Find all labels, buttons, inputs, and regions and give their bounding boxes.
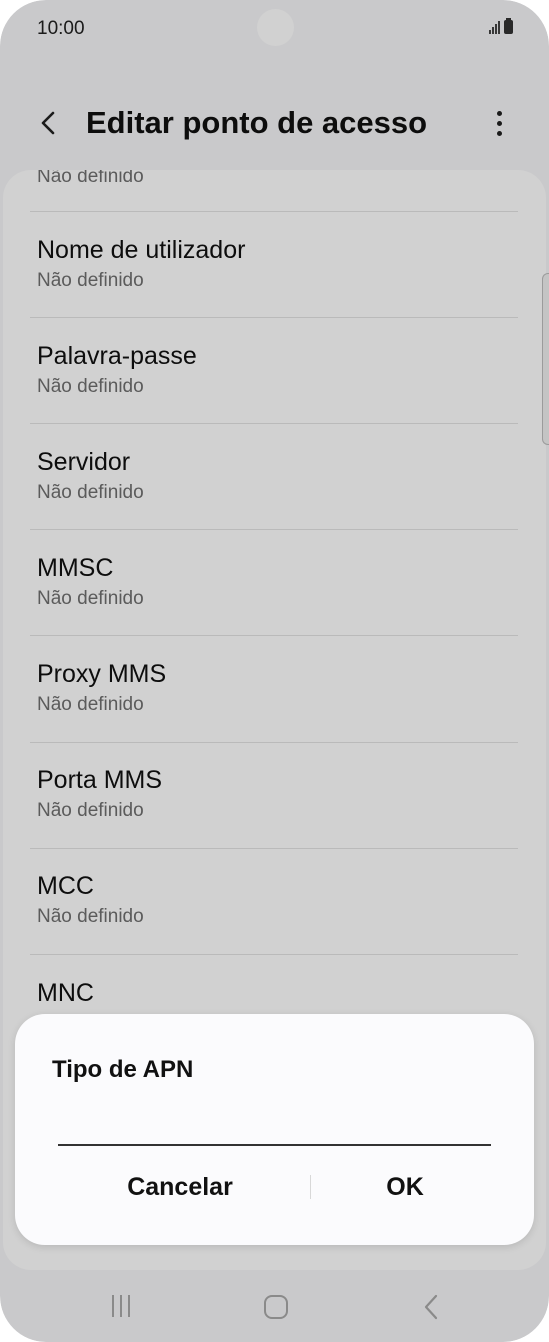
apn-type-dialog: Tipo de APN Cancelar OK xyxy=(15,1014,534,1245)
recents-icon[interactable] xyxy=(112,1295,130,1317)
navigation-bar xyxy=(0,1270,549,1342)
nav-back-icon[interactable] xyxy=(420,1292,444,1322)
phone-screen: 10:00 Editar ponto de acesso Não definid… xyxy=(0,0,549,1342)
cancel-button[interactable]: Cancelar xyxy=(60,1162,300,1212)
apn-type-input[interactable] xyxy=(58,1102,491,1146)
ok-button[interactable]: OK xyxy=(315,1162,495,1212)
button-divider xyxy=(310,1175,311,1199)
dialog-title: Tipo de APN xyxy=(52,1056,194,1083)
home-icon[interactable] xyxy=(264,1295,288,1319)
